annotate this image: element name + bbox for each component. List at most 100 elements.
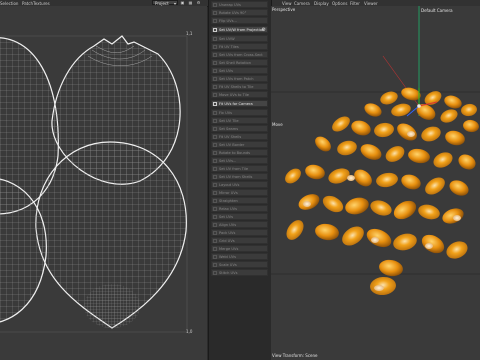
menu-patch[interactable]: Patch [22,1,33,6]
tool-button[interactable]: Merge UVs [211,245,268,252]
tool-label: Fit UV Shells [219,135,242,139]
tool-label: Fit UV Shells to Tile [219,85,254,89]
tool-label: Unwrap UVs [219,3,241,7]
tool-icon [213,167,217,171]
tool-button[interactable]: Fix UVs [211,109,268,116]
tool-label: Set UV/W from Projection [219,28,265,32]
tool-label: Set UV from Shells [219,175,253,179]
tool-button[interactable]: Unwrap UVs [211,1,268,8]
tool-icon [213,3,217,7]
tool-label: Layout UVs [219,183,240,187]
tool-button[interactable]: Set UV Tile [211,117,268,124]
tool-button[interactable]: Set UV from Shells [211,173,268,180]
tool-button[interactable]: Fit UV Shells [211,133,268,140]
tool-button[interactable]: Grid UVs [211,237,268,244]
tool-icon [213,61,217,65]
uv-shell-canvas[interactable] [0,6,207,360]
tool-icon [213,102,217,106]
menu-camera[interactable]: Camera [294,1,310,6]
tool-button[interactable]: Set UVs [211,67,268,74]
tool-button[interactable]: Move UVs to Tile [211,91,268,98]
tool-icon [213,69,217,73]
tool-icon [213,239,217,243]
tool-button[interactable]: Layout UVs [211,181,268,188]
tool-label: Set Shell Rotation [219,61,251,65]
viewport-camera-label: Default Camera [421,8,453,13]
tool-button[interactable]: Stitch UVs [211,269,268,276]
tool-button[interactable]: Mirror UVs [211,189,268,196]
tool-icon [213,143,217,147]
tool-button[interactable]: Relax UVs [211,205,268,212]
tool-button[interactable]: Weld UVs [211,253,268,260]
corn-kernel-pile[interactable] [282,86,480,296]
tool-button[interactable]: Rotate UVs 90° [211,9,268,16]
tool-button[interactable]: Set Shell Rotation [211,59,268,66]
menu-selection[interactable]: Selection [0,1,18,6]
project-select[interactable]: Project ▾ [152,0,178,6]
tool-icon [213,37,217,41]
uv-viewer[interactable]: 1,1 1,0 [0,6,207,360]
tool-button[interactable]: Set UVs from Patch [211,75,268,82]
tool-icon [213,183,217,187]
tool-button[interactable]: Pack UVs [211,229,268,236]
tool-icon [213,119,217,123]
tool-button[interactable]: Set UVs... [211,157,268,164]
settings-icon[interactable]: ⚙ [196,0,201,5]
tool-button[interactable]: Flip UVs... [211,17,268,24]
tool-button[interactable]: Set Seams [211,125,268,132]
tool-icon [213,215,217,219]
tool-button[interactable]: Set UVW [211,35,268,42]
tool-icon [213,45,217,49]
tool-icon [213,135,217,139]
tool-icon [213,77,217,81]
viewport-status-label: View Transform: Scene [272,353,318,358]
tool-button[interactable]: Scale UVs [211,261,268,268]
3d-viewport[interactable]: Perspective Default Camera Move View Tra… [271,6,480,360]
tool-button-fit-uvs-for-camera[interactable]: Fit UVs for Camera [211,100,268,107]
tool-icon [213,191,217,195]
tool-button[interactable]: Set UV Border [211,141,268,148]
tool-button[interactable]: Fit UV Shells to Tile [211,83,268,90]
viewport-canvas[interactable] [271,6,480,360]
menu-options[interactable]: Options [332,1,347,6]
tool-button[interactable]: Set UVs from Cross-Sect [211,51,268,58]
tool-label: Set Seams [219,127,239,131]
tool-label: Pack UVs [219,231,236,235]
tool-icon [213,263,217,267]
uv-shell-bottom[interactable] [35,141,187,329]
menu-viewer[interactable]: Viewer [364,1,378,6]
tool-label: Weld UVs [219,255,236,259]
tool-label: Fit UVs for Camera [219,102,253,106]
tool-label: Relax UVs [219,207,237,211]
tool-icon [213,159,217,163]
tool-label: Rotate UVs 90° [219,11,247,15]
tool-button-set-uvw-from-projection[interactable]: Set UV/W from Projection ⚙ [211,26,268,33]
tool-button[interactable]: Set UV from Tile [211,165,268,172]
viewport-tool-label: Move [272,122,283,127]
tool-label: Rotate to Bounds [219,151,251,155]
tool-button[interactable]: Set UVs [211,213,268,220]
tool-button[interactable]: Straighten [211,197,268,204]
tool-label: Set UV Border [219,143,245,147]
menu-view[interactable]: View [282,1,292,6]
grid-icon[interactable]: ▦ [188,0,193,5]
tool-button[interactable]: Rotate to Bounds [211,149,268,156]
tool-label: Fit UV Tiles [219,45,239,49]
tool-icon [213,111,217,115]
lock-icon[interactable]: ▣ [180,0,185,5]
tool-button[interactable]: Align UVs [211,221,268,228]
tool-icon [213,11,217,15]
tool-label: Merge UVs [219,247,239,251]
tool-label: Straighten [219,199,238,203]
menu-display[interactable]: Display [314,1,329,6]
gear-icon[interactable]: ⚙ [262,27,266,32]
menu-filter[interactable]: Filter [350,1,360,6]
tool-icon [213,53,217,57]
tool-label: Flip UVs... [219,19,237,23]
tool-label: Set UVs from Patch [219,77,254,81]
tool-button[interactable]: Fit UV Tiles [211,43,268,50]
tool-icon [213,127,217,131]
tool-icon [213,85,217,89]
menu-textures[interactable]: Textures [33,1,50,6]
uv-tools-panel: Unwrap UVs Rotate UVs 90° Flip UVs... Se… [208,0,272,360]
